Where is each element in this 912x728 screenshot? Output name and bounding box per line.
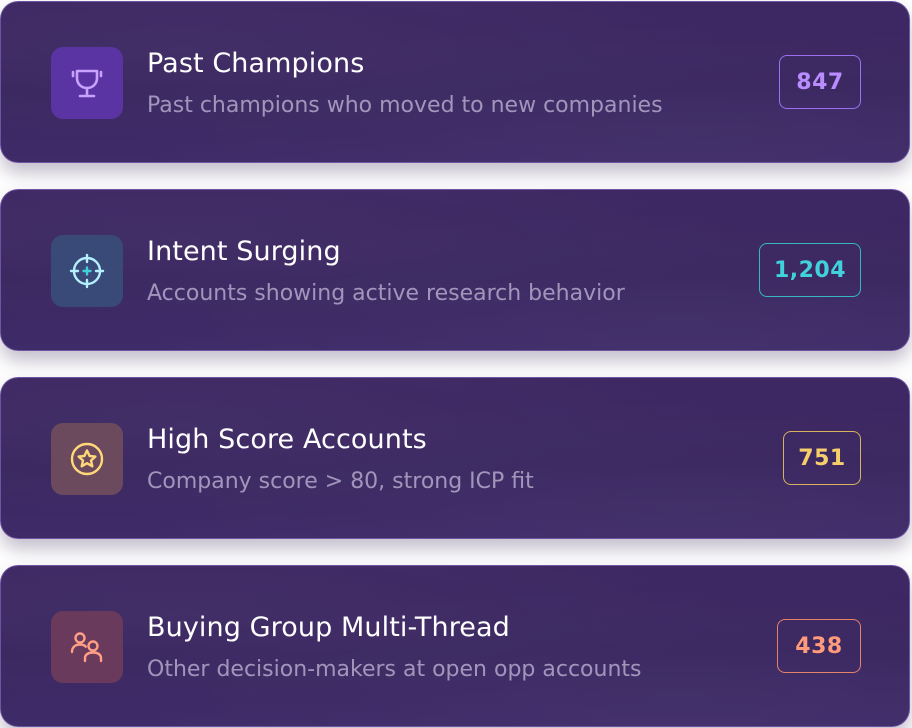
segment-count-badge: 1,204 (759, 243, 861, 297)
segment-description: Accounts showing active research behavio… (147, 281, 625, 306)
segment-card-buying-group[interactable]: Buying Group Multi-Thread Other decision… (0, 565, 910, 727)
trophy-icon (71, 69, 103, 98)
segment-count-badge: 751 (783, 431, 861, 485)
segment-icon-box (51, 611, 123, 683)
segment-description: Other decision-makers at open opp accoun… (147, 657, 642, 682)
segment-icon-box (51, 47, 123, 119)
segment-title: High Score Accounts (147, 424, 427, 455)
star-badge-icon (70, 442, 104, 476)
segment-card-intent-surging[interactable]: Intent Surging Accounts showing active r… (0, 189, 910, 351)
segment-list: Past Champions Past champions who moved … (0, 0, 912, 728)
segment-title: Intent Surging (147, 236, 341, 267)
segment-icon-box (51, 235, 123, 307)
segment-title: Past Champions (147, 48, 365, 79)
users-icon (70, 632, 103, 663)
segment-card-past-champions[interactable]: Past Champions Past champions who moved … (0, 1, 910, 163)
segment-description: Past champions who moved to new companie… (147, 93, 663, 118)
crosshair-icon (69, 253, 105, 289)
segment-icon-box (51, 423, 123, 495)
segment-card-high-score-accounts[interactable]: High Score Accounts Company score > 80, … (0, 377, 910, 539)
segment-count-badge: 847 (779, 55, 861, 109)
segment-description: Company score > 80, strong ICP fit (147, 469, 534, 494)
segment-title: Buying Group Multi-Thread (147, 612, 510, 643)
segment-count-badge: 438 (777, 619, 861, 673)
